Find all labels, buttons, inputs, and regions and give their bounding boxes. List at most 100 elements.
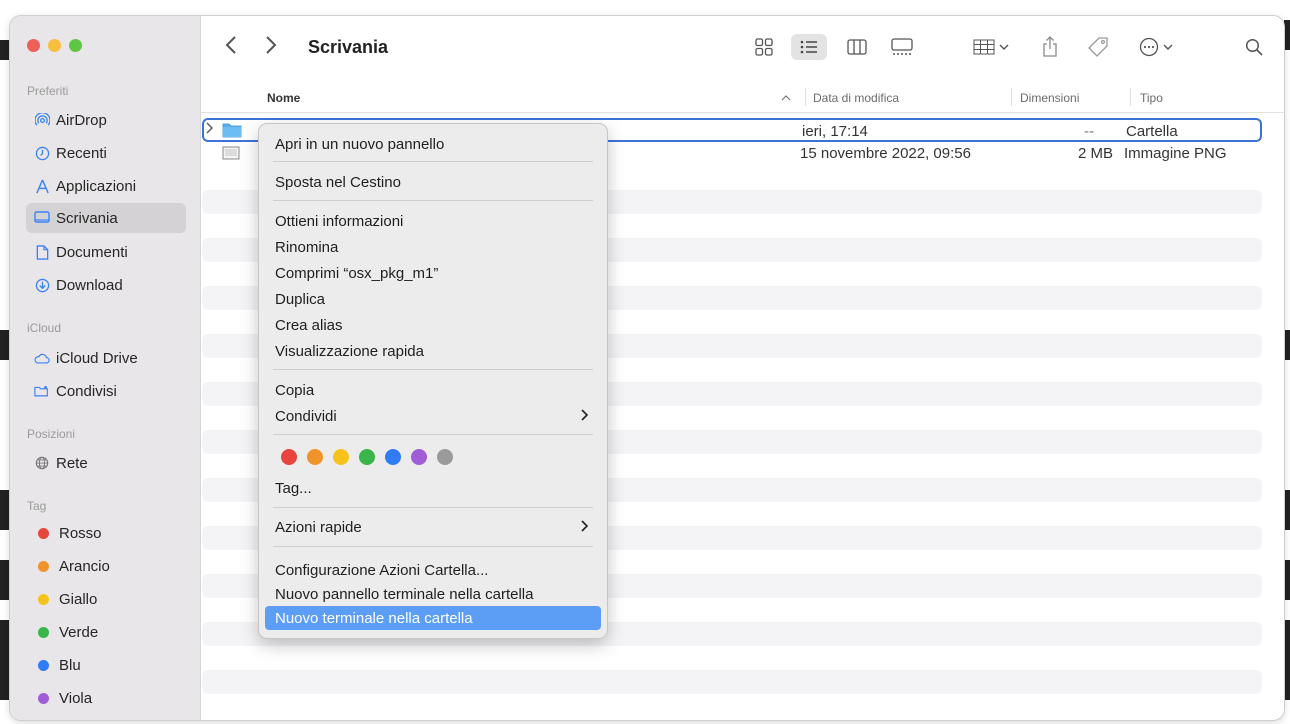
sidebar-item-recenti[interactable]: Recenti	[26, 138, 186, 168]
forward-button[interactable]	[265, 34, 277, 62]
menu-item-label: Sposta nel Cestino	[275, 173, 401, 191]
column-header-kind[interactable]: Tipo	[1140, 91, 1163, 105]
sidebar-item-tag-giallo[interactable]: Giallo	[26, 584, 186, 614]
menu-item-label: Comprimi “osx_pkg_m1”	[275, 264, 439, 282]
sidebar-item-tag-arancio[interactable]: Arancio	[26, 551, 186, 581]
columns-icon	[847, 39, 867, 55]
back-button[interactable]	[225, 34, 237, 62]
sidebar-item-download[interactable]: Download	[26, 270, 186, 300]
column-divider[interactable]	[805, 88, 806, 106]
tag-color-yellow[interactable]	[333, 449, 349, 465]
file-date: 15 novembre 2022, 09:56	[800, 145, 971, 162]
menu-item-folder-actions-setup[interactable]: Configurazione Azioni Cartella...	[265, 558, 601, 582]
minimize-button[interactable]	[48, 39, 61, 52]
menu-item-label: Configurazione Azioni Cartella...	[275, 561, 489, 579]
sidebar-item-tag-verde[interactable]: Verde	[26, 617, 186, 647]
tag-color-gray[interactable]	[437, 449, 453, 465]
context-menu: Apri in un nuovo pannello Sposta nel Ces…	[259, 124, 607, 638]
column-header-date[interactable]: Data di modifica	[813, 91, 899, 105]
menu-item-label: Nuovo terminale nella cartella	[275, 609, 473, 627]
menu-item-label: Azioni rapide	[275, 518, 362, 536]
sidebar-item-icloud-drive[interactable]: iCloud Drive	[26, 343, 186, 373]
sidebar-item-label: Giallo	[59, 590, 98, 608]
menu-item-copy[interactable]: Copia	[265, 378, 601, 402]
menu-item-make-alias[interactable]: Crea alias	[265, 313, 601, 337]
shared-folder-icon	[34, 383, 50, 399]
tag-dot-icon	[38, 560, 49, 572]
menu-item-tags[interactable]: Tag...	[265, 476, 601, 500]
menu-item-move-to-trash[interactable]: Sposta nel Cestino	[265, 170, 601, 194]
menu-item-label: Apri in un nuovo pannello	[275, 135, 445, 153]
network-icon	[34, 455, 50, 471]
menu-item-rename[interactable]: Rinomina	[265, 235, 601, 259]
sidebar-item-label: Documenti	[56, 243, 128, 261]
menu-item-duplicate[interactable]: Duplica	[265, 287, 601, 311]
menu-item-label: Crea alias	[275, 316, 343, 334]
gallery-view-button[interactable]	[887, 34, 917, 60]
menu-item-label: Nuovo pannello terminale nella cartella	[275, 585, 534, 603]
sidebar-item-label: Scrivania	[56, 209, 118, 227]
list-view-button[interactable]	[791, 34, 827, 60]
close-button[interactable]	[27, 39, 40, 52]
group-by-button[interactable]	[971, 34, 1011, 60]
sidebar-item-label: Rosso	[59, 524, 102, 542]
sidebar-item-scrivania[interactable]: Scrivania	[26, 203, 186, 233]
menu-item-new-terminal-tab[interactable]: Nuovo pannello terminale nella cartella	[265, 582, 601, 606]
desktop-background-left	[0, 0, 10, 724]
zoom-button[interactable]	[69, 39, 82, 52]
disclosure-chevron-icon[interactable]	[206, 121, 214, 138]
chevron-right-icon	[266, 36, 277, 54]
sidebar-item-tag-blu[interactable]: Blu	[26, 650, 186, 680]
applications-icon	[34, 178, 50, 194]
column-divider[interactable]	[1011, 88, 1012, 106]
sidebar-item-label: AirDrop	[56, 111, 107, 129]
tag-dot-icon	[38, 626, 49, 638]
document-icon	[34, 244, 50, 260]
menu-item-label: Visualizzazione rapida	[275, 342, 424, 360]
menu-item-compress[interactable]: Comprimi “osx_pkg_m1”	[265, 261, 601, 285]
icon-view-button[interactable]	[751, 34, 777, 60]
sidebar-item-condivisi[interactable]: Condivisi	[26, 376, 186, 406]
tag-color-blue[interactable]	[385, 449, 401, 465]
tag-color-red[interactable]	[281, 449, 297, 465]
tag-button[interactable]	[1083, 34, 1113, 60]
tag-color-orange[interactable]	[307, 449, 323, 465]
grid-icon	[755, 38, 773, 56]
menu-item-quick-look[interactable]: Visualizzazione rapida	[265, 339, 601, 363]
tag-color-purple[interactable]	[411, 449, 427, 465]
tag-color-green[interactable]	[359, 449, 375, 465]
menu-item-label: Ottieni informazioni	[275, 212, 404, 230]
menu-item-label: Condividi	[275, 407, 337, 425]
sidebar-item-tag-rosso[interactable]: Rosso	[26, 518, 186, 548]
sidebar-item-airdrop[interactable]: AirDrop	[26, 105, 186, 135]
menu-separator	[273, 369, 593, 370]
sidebar-item-tag-viola[interactable]: Viola	[26, 683, 186, 713]
sidebar-item-rete[interactable]: Rete	[26, 448, 186, 478]
actions-button[interactable]	[1135, 34, 1177, 60]
gallery-icon	[891, 38, 913, 55]
share-button[interactable]	[1037, 34, 1063, 60]
sort-chevron-up-icon	[781, 91, 791, 105]
sidebar-item-label: Viola	[59, 689, 93, 707]
menu-item-quick-actions[interactable]: Azioni rapide	[265, 515, 601, 539]
sidebar-item-documenti[interactable]: Documenti	[26, 237, 186, 267]
download-icon	[34, 277, 50, 293]
chevron-right-icon	[581, 519, 589, 536]
file-kind: Immagine PNG	[1124, 145, 1227, 162]
search-button[interactable]	[1241, 34, 1267, 60]
column-divider[interactable]	[1130, 88, 1131, 106]
chevron-down-icon	[999, 44, 1009, 50]
menu-item-get-info[interactable]: Ottieni informazioni	[265, 209, 601, 233]
menu-item-open-new-tab[interactable]: Apri in un nuovo pannello	[265, 132, 601, 156]
tag-icon	[1088, 37, 1108, 57]
sidebar-item-applicazioni[interactable]: Applicazioni	[26, 171, 186, 201]
column-header-name[interactable]: Nome	[267, 91, 300, 105]
tag-dot-icon	[38, 527, 49, 539]
column-header-size[interactable]: Dimensioni	[1020, 91, 1079, 105]
menu-separator	[273, 434, 593, 435]
column-view-button[interactable]	[844, 34, 870, 60]
menu-item-share[interactable]: Condividi	[265, 404, 601, 428]
chevron-left-icon	[225, 36, 236, 54]
menu-item-new-terminal[interactable]: Nuovo terminale nella cartella	[265, 606, 601, 630]
group-grid-icon	[973, 39, 995, 55]
